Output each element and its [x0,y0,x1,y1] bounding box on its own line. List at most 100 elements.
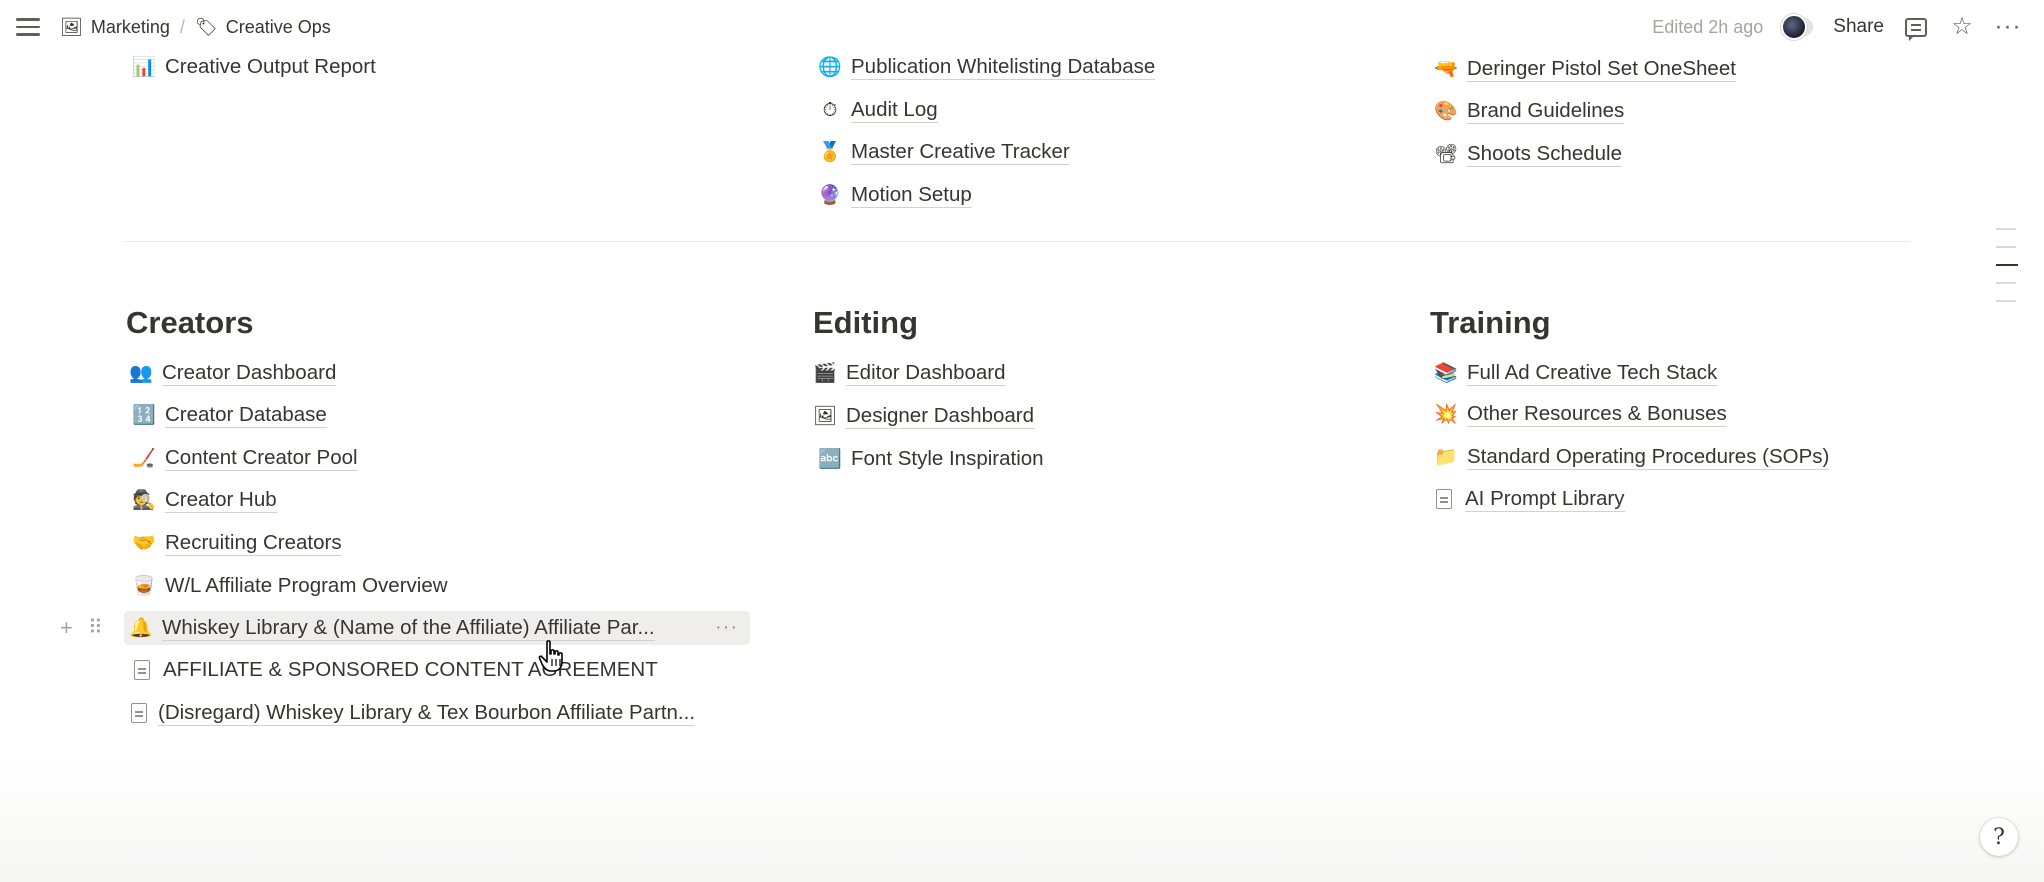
breadcrumb-creative-ops[interactable]: 🏷 Creative Ops [191,15,335,40]
link-label: Creator Dashboard [162,360,337,386]
water-pistol-icon: 🔫 [1434,58,1458,80]
breadcrumb-label: Creative Ops [225,16,331,37]
abcd-icon: 🔤 [818,448,842,470]
palette-icon: 🎨 [1434,100,1458,122]
topbar-actions: Edited 2h ago Share ☆ ··· [1652,10,2022,44]
handshake-icon: 🤝 [132,532,156,554]
document-icon [1433,487,1455,511]
comment-icon[interactable] [1902,13,1930,41]
drag-handle-icon[interactable]: ⠿ [88,614,103,642]
breadcrumb-marketing[interactable]: 🖼 Marketing [56,15,174,40]
notion-page: 🖼 Marketing / 🏷 Creative Ops Edited 2h a… [0,0,2044,882]
folder-icon: 📁 [1434,446,1458,468]
link-label: Master Creative Tracker [851,139,1070,165]
link-designer-dashboard[interactable]: 🖼 Designer Dashboard [812,399,1035,433]
page-bottom-area [0,760,2044,882]
link-recruiting-creators[interactable]: 🤝 Recruiting Creators [131,526,342,560]
link-creator-hub[interactable]: 🕵 Creator Hub [131,483,277,517]
link-deringer-pistol-set-onesheet[interactable]: 🔫 Deringer Pistol Set OneSheet [1433,52,1736,86]
link-label: Font Style Inspiration [851,447,1044,470]
star-icon[interactable]: ☆ [1948,13,1976,41]
document-icon [131,658,153,682]
link-label: Deringer Pistol Set OneSheet [1467,56,1736,82]
link-label: Standard Operating Procedures (SOPs) [1467,444,1830,470]
link-creator-dashboard[interactable]: 👥 Creator Dashboard [128,356,337,390]
creative-ops-page-icon: 🏷 [194,17,218,37]
people-icon: 👥 [129,362,153,384]
link-audit-log[interactable]: ⏱ Audit Log [817,93,938,127]
toc-line-active[interactable] [1996,264,2018,266]
globe-icon: 🌐 [818,56,842,78]
link-label: Editor Dashboard [846,360,1006,386]
link-label: W/L Affiliate Program Overview [165,574,448,597]
link-label: AFFILIATE & SPONSORED CONTENT AGREEMENT [163,658,658,681]
link-label: Content Creator Pool [165,445,358,471]
link-label: Recruiting Creators [165,530,342,556]
link-motion-setup[interactable]: 🔮 Motion Setup [817,178,972,212]
link-creator-database[interactable]: 🔢 Creator Database [131,398,327,432]
help-button[interactable]: ? [1980,818,2018,856]
link-standard-operating-procedures[interactable]: 📁 Standard Operating Procedures (SOPs) [1433,440,1830,474]
top-bar: 🖼 Marketing / 🏷 Creative Ops Edited 2h a… [0,0,2044,54]
link-label: Whiskey Library & (Name of the Affiliate… [162,615,655,641]
link-ai-prompt-library[interactable]: AI Prompt Library [1433,482,1625,516]
row-more-icon[interactable]: ··· [715,613,738,641]
numbers-icon: 🔢 [132,404,156,426]
link-other-resources-bonuses[interactable]: 💥 Other Resources & Bonuses [1433,397,1727,431]
books-icon: 📚 [1434,362,1458,384]
collision-icon: 💥 [1434,403,1458,425]
link-wl-affiliate-program-overview[interactable]: 🥃 W/L Affiliate Program Overview [131,569,448,603]
breadcrumb-label: Marketing [90,16,170,37]
document-icon [128,701,150,725]
hockey-stick-icon: 🏒 [132,447,156,469]
toc-line[interactable] [1996,228,2016,230]
link-label: Full Ad Creative Tech Stack [1467,360,1718,386]
collaborator-avatars[interactable] [1781,14,1816,40]
link-creative-output-report[interactable]: 📊 Creative Output Report [131,50,376,84]
link-label: (Disregard) Whiskey Library & Tex Bourbo… [158,700,696,726]
link-label: Designer Dashboard [846,403,1035,429]
clapper-board-icon: 🎬 [813,362,837,384]
link-publication-whitelisting-database[interactable]: 🌐 Publication Whitelisting Database [817,50,1156,84]
film-projector-icon: 📽 [1433,143,1459,165]
link-label: Creator Database [165,402,327,428]
link-disregard-whiskey-library-tex-bourbon[interactable]: (Disregard) Whiskey Library & Tex Bourbo… [128,696,696,730]
link-content-creator-pool[interactable]: 🏒 Content Creator Pool [131,441,358,475]
stopwatch-icon: ⏱ [822,99,838,121]
share-button[interactable]: Share [1833,16,1884,38]
toc-line[interactable] [1996,300,2016,302]
link-label: Creator Hub [165,487,277,513]
marketing-page-icon: 🖼 [60,17,83,37]
link-whiskey-library-affiliate-partnership[interactable]: 🔔 Whiskey Library & (Name of the Affilia… [128,611,655,645]
link-editor-dashboard[interactable]: 🎬 Editor Dashboard [812,356,1006,390]
link-full-ad-creative-tech-stack[interactable]: 📚 Full Ad Creative Tech Stack [1433,356,1718,390]
edited-timestamp: Edited 2h ago [1652,16,1764,37]
heading-creators: Creators [126,305,254,340]
table-of-contents-minimap[interactable] [1996,228,2018,318]
breadcrumb-separator: / [179,16,185,37]
link-font-style-inspiration[interactable]: 🔤 Font Style Inspiration [817,442,1044,476]
toc-line[interactable] [1996,246,2016,248]
breadcrumb: 🖼 Marketing / 🏷 Creative Ops [56,14,335,40]
link-affiliate-sponsored-content-agreement[interactable]: AFFILIATE & SPONSORED CONTENT AGREEMENT [131,653,658,687]
link-brand-guidelines[interactable]: 🎨 Brand Guidelines [1433,94,1625,128]
link-label: Audit Log [851,97,938,123]
link-label: Brand Guidelines [1467,98,1625,124]
bell-icon: 🔔 [129,617,153,639]
link-shoots-schedule[interactable]: 📽 Shoots Schedule [1433,137,1623,171]
link-label: Shoots Schedule [1467,141,1623,167]
menu-icon[interactable] [16,14,44,40]
hand-cursor-icon [538,640,563,672]
framed-picture-icon: 🖼 [812,405,838,427]
more-icon[interactable]: ··· [1994,13,2022,41]
detective-icon: 🕵 [132,489,156,511]
link-label: Creative Output Report [165,55,376,78]
heading-training: Training [1430,305,1551,340]
heading-editing: Editing [813,305,919,340]
divider [124,241,1910,242]
add-block-icon[interactable]: + [60,614,73,642]
link-master-creative-tracker[interactable]: 🏅 Master Creative Tracker [817,135,1070,169]
link-label: Motion Setup [851,182,972,208]
link-label: AI Prompt Library [1465,486,1625,512]
toc-line[interactable] [1996,282,2016,284]
